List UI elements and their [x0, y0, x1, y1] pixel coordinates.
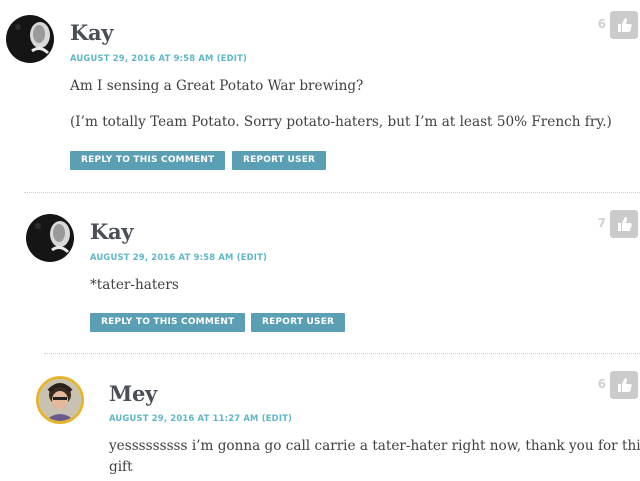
comment-paragraph: yesssssssss i’m gonna go call carrie a t…	[109, 438, 640, 454]
comment-paragraph: (I’m totally Team Potato. Sorry potato-h…	[70, 114, 612, 130]
thumbs-up-icon[interactable]	[610, 210, 638, 238]
vote-count: 6	[597, 377, 606, 391]
comment-timestamp[interactable]: AUGUST 29, 2016 AT 9:58 AM	[90, 252, 234, 262]
kay-avatar-image	[6, 15, 54, 63]
avatar[interactable]	[36, 376, 84, 424]
comment-paragraph: Am I sensing a Great Potato War brewing?	[70, 78, 364, 94]
kay-avatar-image	[26, 214, 74, 262]
comment: Kay AUGUST 29, 2016 AT 9:58 AM (EDIT) *t…	[0, 200, 640, 350]
report-user-button[interactable]: REPORT USER	[232, 151, 327, 170]
comment-timestamp[interactable]: AUGUST 29, 2016 AT 9:58 AM	[70, 53, 214, 63]
vote-widget: 6	[580, 11, 638, 39]
comment-divider	[24, 192, 640, 193]
edit-link[interactable]: (EDIT)	[237, 252, 267, 262]
comment-date: AUGUST 29, 2016 AT 9:58 AM (EDIT)	[90, 252, 267, 262]
mey-avatar-image	[39, 379, 81, 421]
comment-timestamp[interactable]: AUGUST 29, 2016 AT 11:27 AM	[109, 413, 259, 423]
comment: Mey AUGUST 29, 2016 AT 11:27 AM (EDIT) y…	[0, 360, 640, 481]
avatar[interactable]	[26, 214, 74, 262]
reply-button[interactable]: REPLY TO THIS COMMENT	[70, 151, 226, 170]
edit-link[interactable]: (EDIT)	[217, 53, 247, 63]
vote-widget: 6	[580, 371, 638, 399]
report-user-button[interactable]: REPORT USER	[251, 313, 346, 332]
thumbs-up-icon[interactable]	[610, 11, 638, 39]
comment-date: AUGUST 29, 2016 AT 9:58 AM (EDIT)	[70, 53, 247, 63]
comment: Kay AUGUST 29, 2016 AT 9:58 AM (EDIT) Am…	[0, 0, 640, 190]
vote-count: 7	[597, 216, 606, 230]
avatar[interactable]	[6, 15, 54, 63]
edit-link[interactable]: (EDIT)	[262, 413, 292, 423]
vote-widget: 7	[580, 210, 638, 238]
thumbs-up-icon[interactable]	[610, 371, 638, 399]
comment-author[interactable]: Mey	[109, 381, 157, 406]
comment-paragraph: gift	[109, 459, 133, 475]
comment-date: AUGUST 29, 2016 AT 11:27 AM (EDIT)	[109, 413, 292, 423]
comment-author[interactable]: Kay	[70, 20, 113, 45]
comment-paragraph: *tater-haters	[90, 277, 179, 293]
vote-count: 6	[597, 17, 606, 31]
comment-divider	[44, 353, 640, 354]
reply-button[interactable]: REPLY TO THIS COMMENT	[90, 313, 246, 332]
comment-author[interactable]: Kay	[90, 219, 133, 244]
